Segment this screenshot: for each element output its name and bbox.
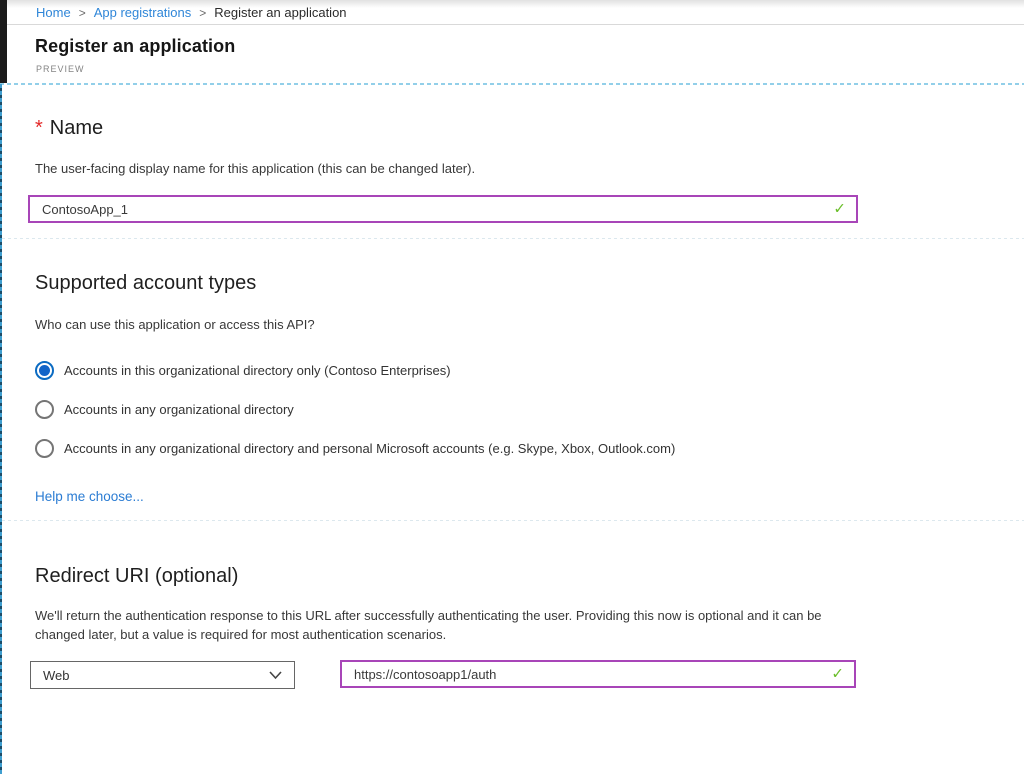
- redirect-uri-section-title: Redirect URI (optional): [35, 565, 238, 588]
- radio-icon: [35, 361, 54, 380]
- radio-label: Accounts in any organizational directory…: [64, 441, 675, 456]
- left-edge-bar: [0, 0, 7, 84]
- breadcrumb-app-registrations-link[interactable]: App registrations: [94, 5, 192, 20]
- faint-divider: [2, 520, 1024, 521]
- breadcrumb-separator: >: [199, 6, 206, 20]
- redirect-type-value: Web: [43, 668, 70, 683]
- valid-checkmark-icon: ✓: [833, 199, 846, 217]
- radio-option-any-directory[interactable]: Accounts in any organizational directory: [35, 398, 294, 420]
- redirect-uri-value: https://contosoapp1/auth: [354, 667, 496, 682]
- preview-badge: PREVIEW: [36, 64, 85, 74]
- redirect-uri-description: We'll return the authentication response…: [35, 606, 855, 644]
- redirect-uri-input[interactable]: https://contosoapp1/auth ✓: [340, 660, 856, 688]
- redirect-type-dropdown[interactable]: Web: [30, 661, 295, 689]
- radio-option-this-directory[interactable]: Accounts in this organizational director…: [35, 359, 451, 381]
- required-asterisk: *: [35, 117, 43, 139]
- header-divider: [7, 24, 1024, 25]
- app-name-input[interactable]: ContosoApp_1 ✓: [28, 195, 858, 223]
- account-types-description: Who can use this application or access t…: [35, 315, 315, 334]
- radio-icon: [35, 400, 54, 419]
- breadcrumb-current: Register an application: [214, 5, 346, 20]
- valid-checkmark-icon: ✓: [831, 664, 844, 682]
- breadcrumb: Home > App registrations > Register an appli…: [36, 5, 347, 20]
- app-name-value: ContosoApp_1: [42, 202, 128, 217]
- dashed-border-left: [0, 84, 2, 774]
- breadcrumb-separator: >: [79, 6, 86, 20]
- breadcrumb-home-link[interactable]: Home: [36, 5, 71, 20]
- help-me-choose-link[interactable]: Help me choose...: [35, 489, 144, 504]
- chevron-down-icon: [269, 671, 282, 680]
- radio-option-any-directory-personal[interactable]: Accounts in any organizational directory…: [35, 437, 675, 459]
- radio-label: Accounts in any organizational directory: [64, 402, 294, 417]
- page-title: Register an application: [35, 36, 235, 57]
- name-section-title: *Name: [35, 117, 103, 140]
- faint-divider: [2, 238, 1024, 239]
- radio-icon: [35, 439, 54, 458]
- account-types-section-title: Supported account types: [35, 272, 256, 295]
- name-section-description: The user-facing display name for this ap…: [35, 159, 475, 178]
- register-application-page: Home > App registrations > Register an appli…: [0, 0, 1024, 774]
- radio-label: Accounts in this organizational director…: [64, 363, 451, 378]
- dashed-divider-top: [0, 83, 1024, 85]
